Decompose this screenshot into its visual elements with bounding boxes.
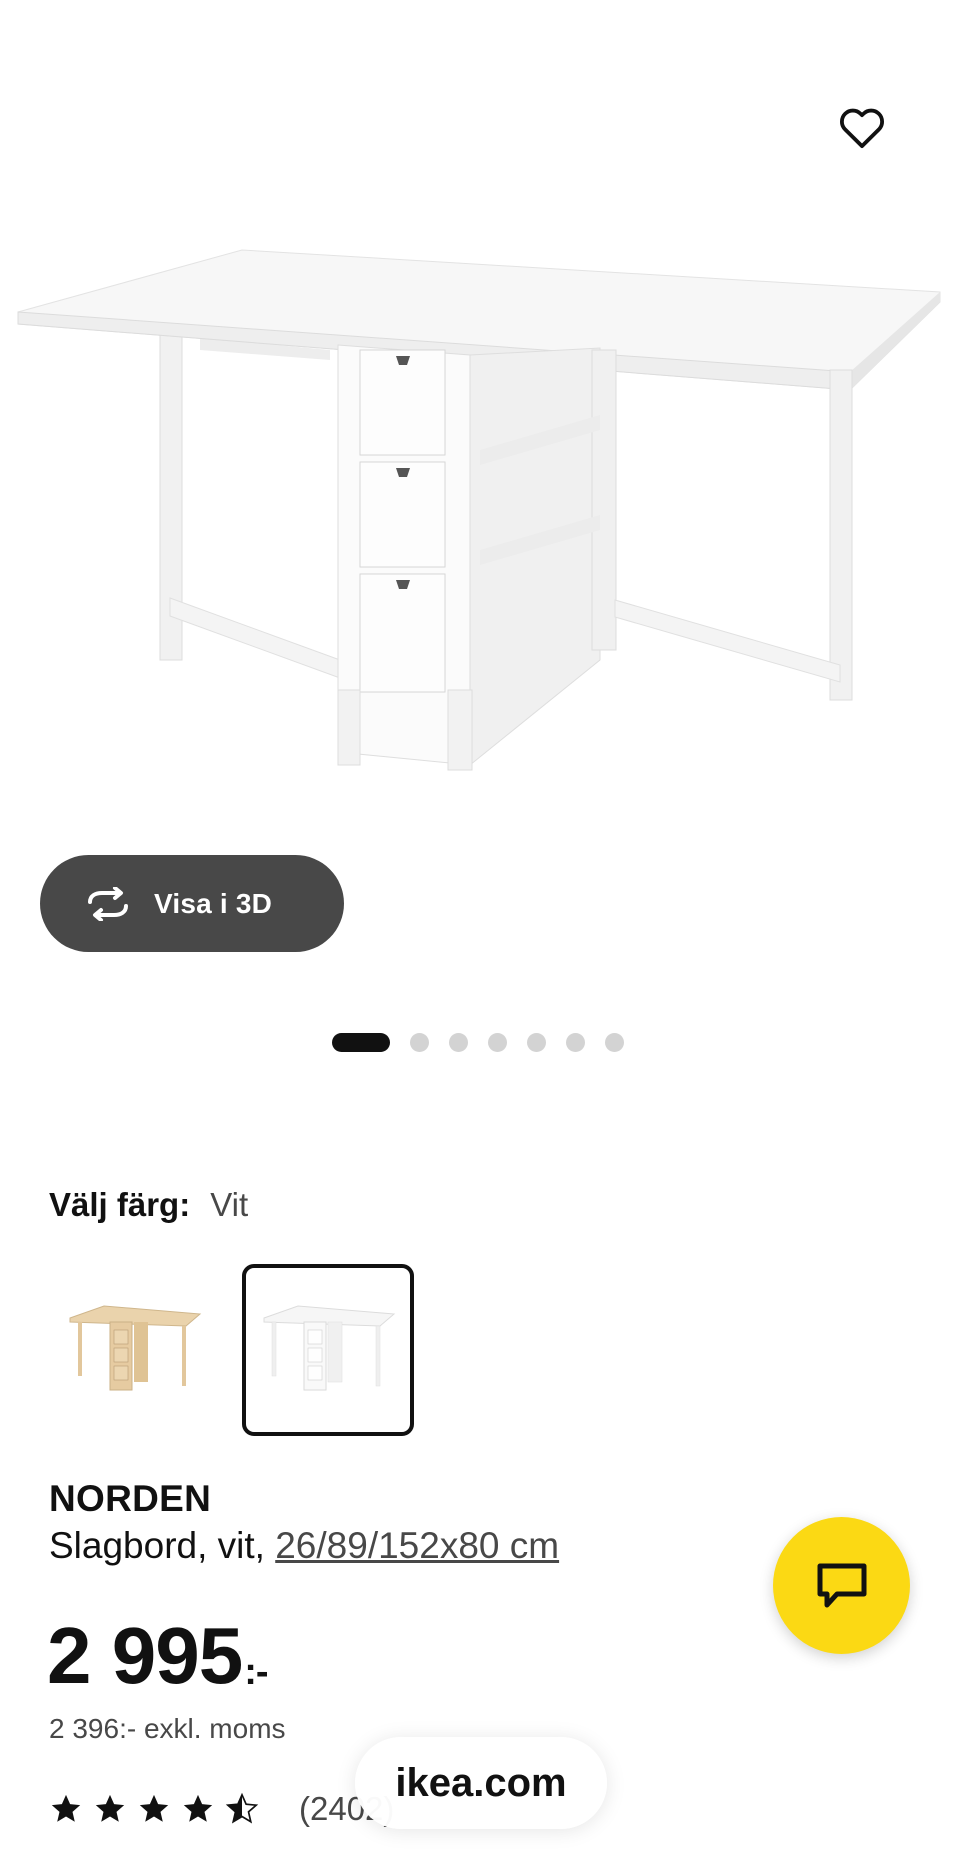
star-full-icon — [51, 1794, 81, 1822]
star-full-icon — [139, 1794, 169, 1822]
chat-button[interactable] — [773, 1517, 910, 1654]
white-table-thumbnail — [263, 1305, 396, 1391]
carousel-dot[interactable] — [527, 1032, 546, 1052]
product-dimensions-link[interactable]: 26/89/152x80 cm — [275, 1525, 559, 1566]
rotate-icon — [80, 884, 136, 924]
product-type: Slagbord, vit, — [49, 1525, 265, 1566]
star-full-icon — [183, 1794, 213, 1822]
color-label: Välj färg: — [49, 1186, 191, 1223]
carousel-dot[interactable] — [566, 1032, 585, 1052]
star-full-icon — [95, 1794, 125, 1822]
favorite-button[interactable] — [834, 100, 890, 156]
chat-bubble-icon — [817, 1563, 866, 1607]
view-in-3d-label: Visa i 3D — [154, 887, 273, 919]
product-description: Slagbord, vit, 26/89/152x80 cm — [49, 1525, 559, 1567]
price-amount: 2 995 — [47, 1611, 243, 1700]
price-suffix: :- — [244, 1651, 268, 1693]
color-selector-heading: Välj färg: Vit — [49, 1186, 248, 1224]
color-option-birch[interactable] — [48, 1264, 220, 1436]
carousel-indicator — [332, 1031, 624, 1053]
carousel-dot[interactable] — [488, 1032, 507, 1052]
product-image — [17, 249, 941, 771]
browser-url-bar[interactable]: ikea.com — [355, 1737, 607, 1829]
carousel-dot[interactable] — [410, 1032, 429, 1052]
price-excl-vat: 2 396:- exkl. moms — [49, 1713, 286, 1744]
color-value: Vit — [210, 1186, 249, 1223]
color-option-white[interactable] — [242, 1264, 414, 1436]
star-half-icon — [225, 1792, 259, 1824]
product-price: 2 995 :- — [47, 1610, 269, 1702]
carousel-dot[interactable] — [449, 1032, 468, 1052]
carousel-dot[interactable] — [332, 1032, 390, 1052]
carousel-dot[interactable] — [605, 1032, 624, 1052]
rating-summary[interactable]: (2402) — [49, 1790, 394, 1828]
heart-outline-icon — [840, 108, 884, 149]
birch-table-thumbnail — [69, 1305, 202, 1391]
product-name: NORDEN — [49, 1478, 212, 1519]
view-in-3d-button[interactable]: Visa i 3D — [40, 855, 344, 952]
product-hero: Visa i 3D — [0, 0, 960, 1052]
